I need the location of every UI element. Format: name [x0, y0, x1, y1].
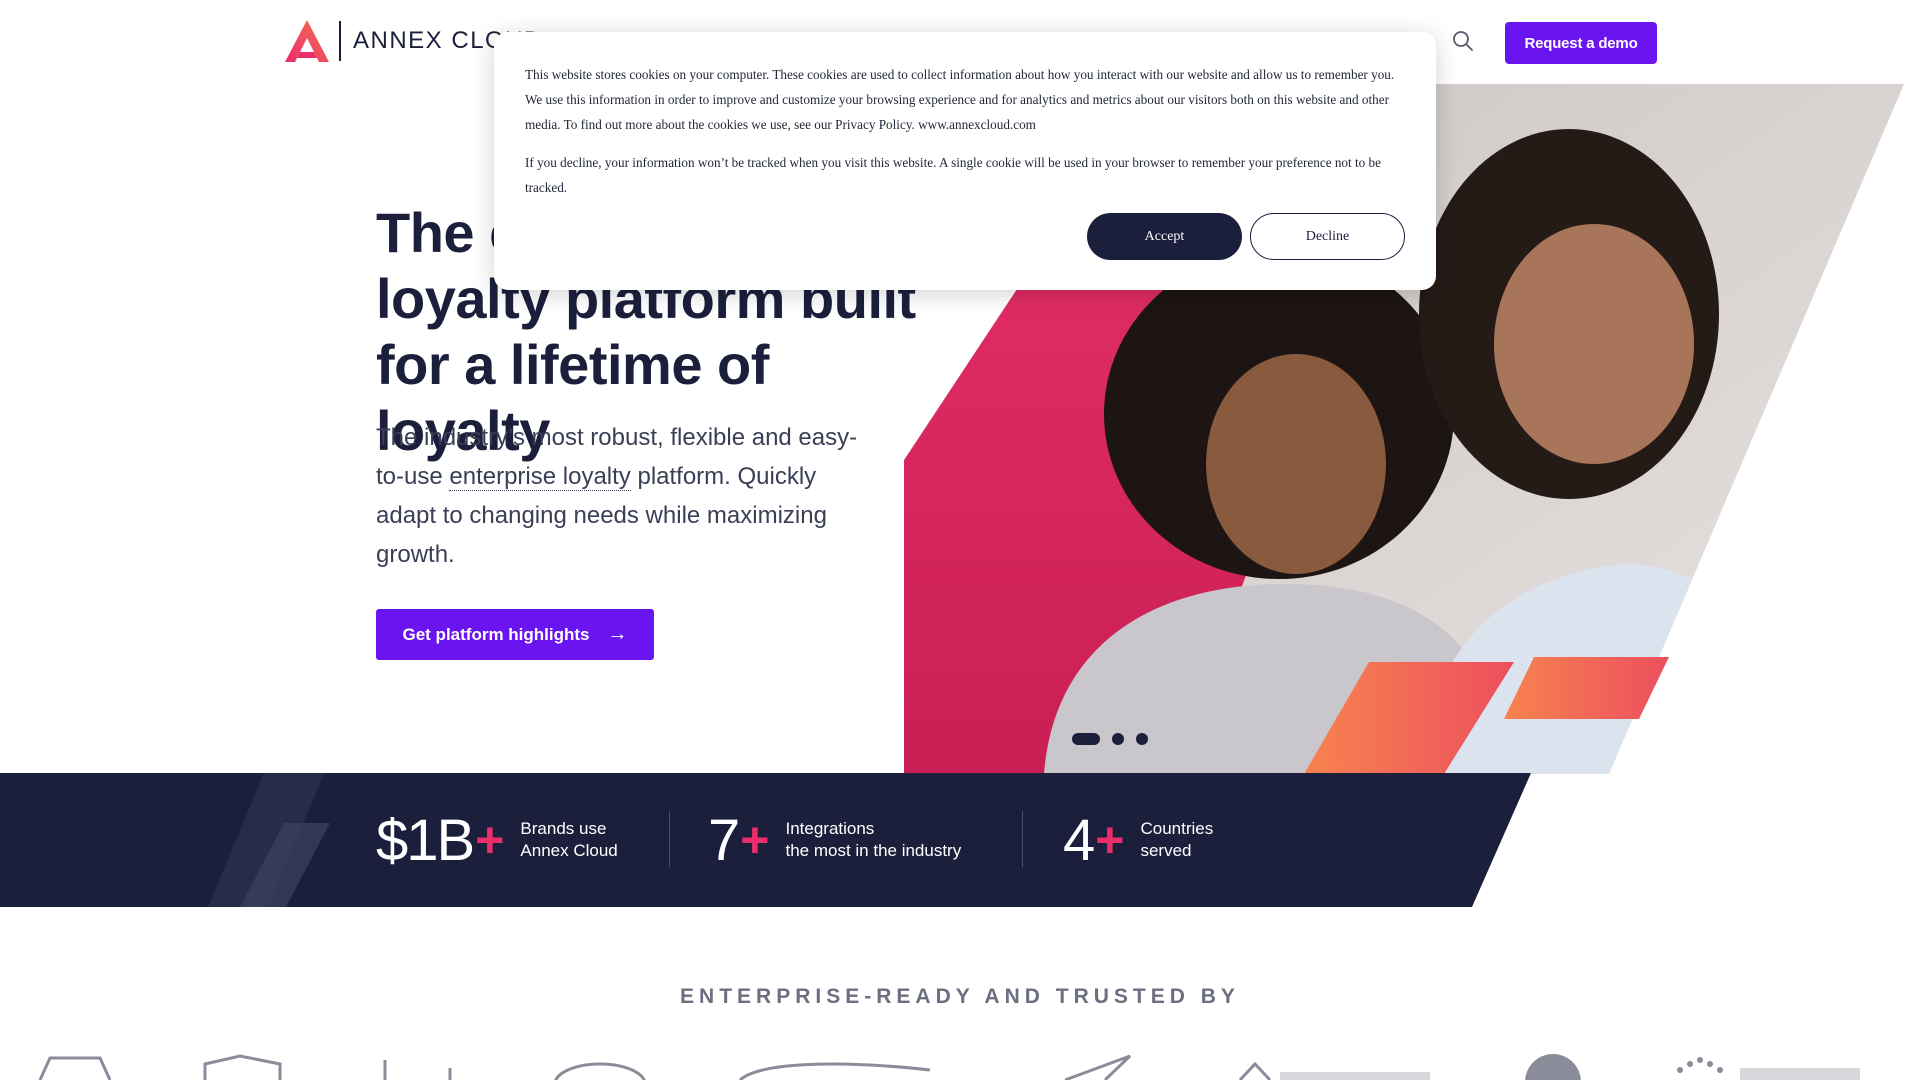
stat-label-line: Brands use: [520, 819, 607, 838]
client-logo-2: [203, 1054, 282, 1080]
client-logo-1: [38, 1056, 112, 1080]
cookie-consent-dialog: This website stores cookies on your comp…: [494, 32, 1436, 290]
plus-icon: +: [475, 812, 505, 868]
cookie-actions: Accept Decline: [1087, 213, 1405, 260]
client-logo-7: [1238, 1061, 1272, 1080]
stat-label-line: Annex Cloud: [520, 841, 618, 860]
stat-label: Integrations the most in the industry: [785, 818, 961, 862]
annex-cloud-logo-icon: [285, 20, 329, 62]
stat-integrations: 7 + Integrations the most in the industr…: [708, 773, 961, 907]
search-icon[interactable]: [1450, 28, 1476, 54]
stat-label-line: the most in the industry: [785, 841, 962, 860]
get-platform-highlights-button[interactable]: Get platform highlights →: [376, 609, 654, 660]
logo-divider: [339, 21, 341, 61]
client-logo-8: [1525, 1054, 1581, 1080]
client-logo-4: [554, 1062, 646, 1080]
request-demo-button[interactable]: Request a demo: [1505, 22, 1657, 64]
stat-label: Countries served: [1140, 818, 1213, 862]
plus-icon: +: [740, 812, 770, 868]
client-logo-5: [738, 1062, 931, 1080]
carousel-dot-3[interactable]: [1136, 733, 1148, 745]
enterprise-loyalty-link[interactable]: enterprise loyalty: [449, 463, 631, 491]
plus-icon: +: [1095, 812, 1125, 868]
carousel-dot-2[interactable]: [1112, 733, 1124, 745]
hero-subtitle: The industry’s most robust, flexible and…: [376, 418, 876, 574]
stat-number: 4: [1063, 807, 1095, 873]
stat-label-line: Integrations: [785, 819, 875, 838]
stats-band: $1B + Brands use Annex Cloud 7 + Integra…: [0, 773, 1920, 907]
stat-number: 7: [708, 807, 740, 873]
client-logo-6: [1064, 1054, 1132, 1080]
carousel-dots: [1072, 733, 1148, 745]
cookie-decline-text: If you decline, your information won’t b…: [525, 155, 1381, 195]
carousel-dot-1[interactable]: [1072, 733, 1100, 745]
stat-divider: [669, 811, 670, 867]
stat-label-line: Countries: [1140, 819, 1214, 838]
stat-label-line: served: [1140, 841, 1192, 860]
cta-label: Get platform highlights: [402, 624, 590, 644]
accept-cookies-button[interactable]: Accept: [1087, 213, 1242, 260]
stat-divider: [1022, 811, 1023, 867]
arrow-right-icon: →: [607, 623, 628, 645]
stat-brands: $1B + Brands use Annex Cloud: [376, 773, 618, 907]
stat-number: $1B: [376, 807, 475, 873]
cookie-notice-text: This website stores cookies on your comp…: [525, 67, 1395, 132]
decline-cookies-button[interactable]: Decline: [1250, 213, 1405, 260]
trusted-by-heading: ENTERPRISE-READY AND TRUSTED BY: [680, 985, 1240, 1008]
client-logos-strip: [0, 1050, 1920, 1080]
stat-countries: 4 + Countries served: [1063, 773, 1213, 907]
stat-label: Brands use Annex Cloud: [520, 818, 617, 862]
client-logos: [38, 1054, 1860, 1080]
